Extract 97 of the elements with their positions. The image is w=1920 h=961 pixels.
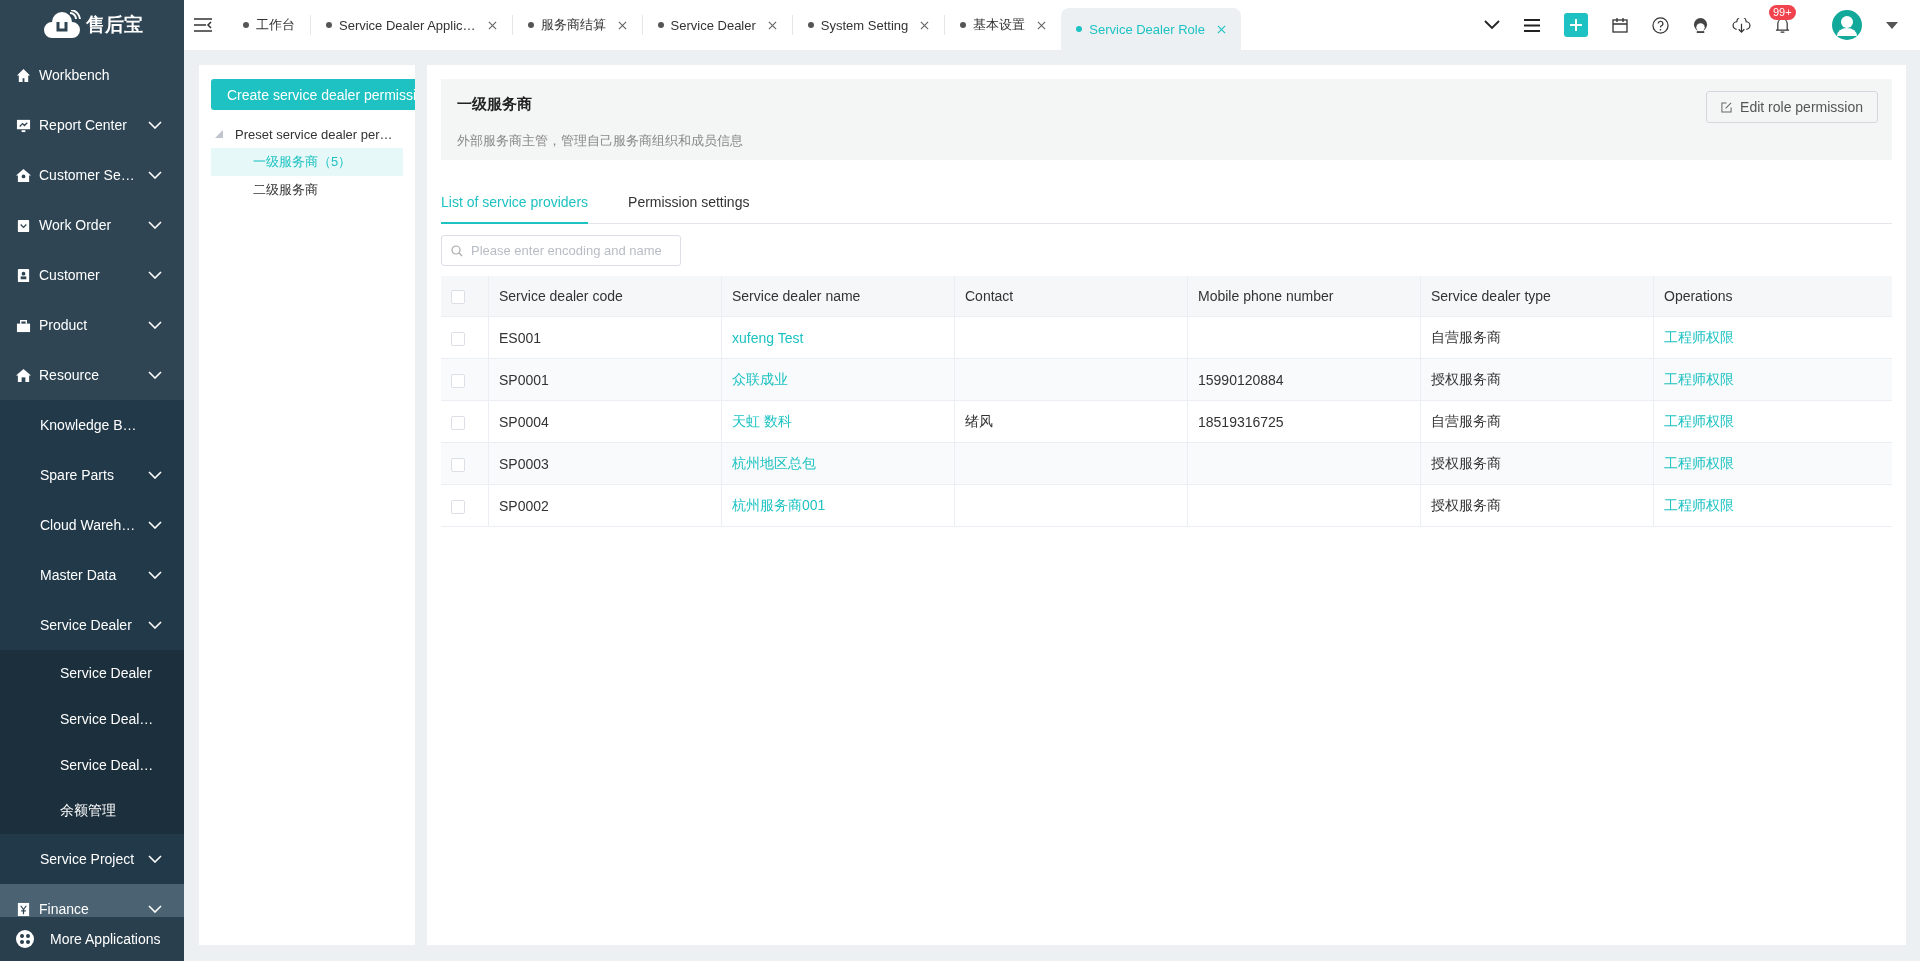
table-cell: 授权服务商 [1431,370,1501,387]
sidebar-item[interactable]: Service Project [0,834,184,884]
content-tab[interactable]: Permission settings [628,182,750,224]
search-field[interactable]: Please enter encoding and name [441,235,681,266]
sidebar-item[interactable]: Workbench [0,50,184,100]
sidebar-item[interactable]: Service Dealer [0,600,184,650]
chevron-down-icon [148,221,162,229]
menu-icon[interactable] [1524,18,1540,32]
chevron-down-icon [148,171,162,179]
chart-icon [16,117,31,133]
table-cell: SP0002 [499,497,549,514]
apps-icon [16,930,34,948]
clipboard-icon [16,217,31,233]
close-icon[interactable] [767,20,777,30]
column-header: Mobile phone number [1187,276,1421,317]
logo-text: 售后宝 [85,13,143,37]
page-tab[interactable]: Service Dealer [642,0,792,50]
page-tab[interactable]: 服务商结算 [512,0,642,50]
edit-role-permission-button[interactable]: Edit role permission [1706,91,1878,123]
collapse-menu-icon[interactable] [194,18,212,32]
box-icon [16,317,31,333]
page-tab[interactable]: 工作台 [228,0,310,50]
caret-icon[interactable] [1886,21,1898,29]
table-cell: SP0003 [499,455,549,472]
chevron-down-icon [148,271,162,279]
close-icon[interactable] [1037,20,1047,30]
column-header: Operations [1653,276,1892,317]
chevron-down-icon [148,621,162,629]
tree-node[interactable]: Preset service dealer per… [211,120,403,148]
sidebar-item[interactable]: 余额管理 [0,788,184,834]
checkbox[interactable] [451,415,465,430]
table-cell: 绪风 [965,412,993,429]
close-icon[interactable] [487,20,497,30]
checkbox[interactable] [451,373,465,388]
chevron-down-icon [148,571,162,579]
chevron-down-icon[interactable] [1484,20,1500,30]
yen-doc-icon [16,901,31,917]
role-title: 一级服务商 [457,95,533,114]
logo-icon [41,10,82,40]
help-icon[interactable] [1652,16,1669,34]
table-cell: SP0004 [499,413,549,430]
checkbox[interactable] [451,290,465,305]
chevron-down-icon [148,855,162,863]
table-cell: SP0001 [499,371,549,388]
checkbox[interactable] [451,331,465,346]
sidebar-item[interactable]: Service Deal… [0,742,184,788]
sidebar-item[interactable]: Cloud Wareh… [0,500,184,550]
chevron-down-icon [148,521,162,529]
page-tab[interactable]: Service Dealer Applic… [311,0,512,50]
table-cell: ES001 [499,329,542,346]
table-cell: 15990120884 [1198,371,1284,388]
sidebar-item[interactable]: Spare Parts [0,450,184,500]
calendar-icon[interactable] [1612,17,1628,33]
sidebar-item[interactable]: Resource [0,350,184,400]
home-icon [16,67,31,83]
sidebar-item[interactable]: Work Order [0,200,184,250]
table-cell: 自营服务商 [1431,328,1501,345]
checkbox[interactable] [451,457,465,472]
house-user-icon [16,167,31,183]
notification-badge: 99+ [1769,4,1796,20]
sidebar-item[interactable]: Product [0,300,184,350]
table-cell: 授权服务商 [1431,454,1501,471]
chevron-down-icon [148,321,162,329]
column-header: Contact [954,276,1188,317]
chevron-down-icon [148,905,162,913]
sidebar-item[interactable]: Master Data [0,550,184,600]
sidebar-item[interactable]: Knowledge B… [0,400,184,450]
contact-card-icon [16,267,31,283]
close-icon[interactable] [920,20,930,30]
sidebar-item[interactable]: Finance [0,884,184,917]
chevron-down-icon [148,371,162,379]
headset-person-icon[interactable] [1693,16,1708,34]
column-header: Service dealer code [488,276,722,317]
house-icon [16,367,31,383]
search-icon [451,245,463,257]
page-tab[interactable]: System Setting [792,0,945,50]
sidebar-item[interactable]: Customer [0,250,184,300]
cloud-download-icon[interactable] [1732,17,1751,33]
sidebar-item[interactable]: Customer Se… [0,150,184,200]
avatar-icon[interactable] [1832,10,1862,40]
chevron-down-icon [148,471,162,479]
table-cell: 授权服务商 [1431,496,1501,513]
chevron-down-icon [148,121,162,129]
tree-node[interactable]: 二级服务商 [211,176,403,204]
more-applications-item[interactable]: More Applications [0,917,184,961]
column-header: Service dealer name [721,276,955,317]
table-cell: 18519316725 [1198,413,1284,430]
checkbox[interactable] [451,499,465,514]
sidebar-item[interactable]: Service Deal… [0,696,184,742]
close-icon[interactable] [617,20,627,30]
sidebar-item[interactable]: Service Dealer [0,650,184,696]
page-tab[interactable]: 基本设置 [945,0,1062,50]
column-header: Service dealer type [1420,276,1654,317]
role-description: 外部服务商主管，管理自己服务商组织和成员信息 [457,132,743,150]
edit-icon [1721,101,1733,113]
sidebar-item[interactable]: Report Center [0,100,184,150]
table-cell: 自营服务商 [1431,412,1501,429]
